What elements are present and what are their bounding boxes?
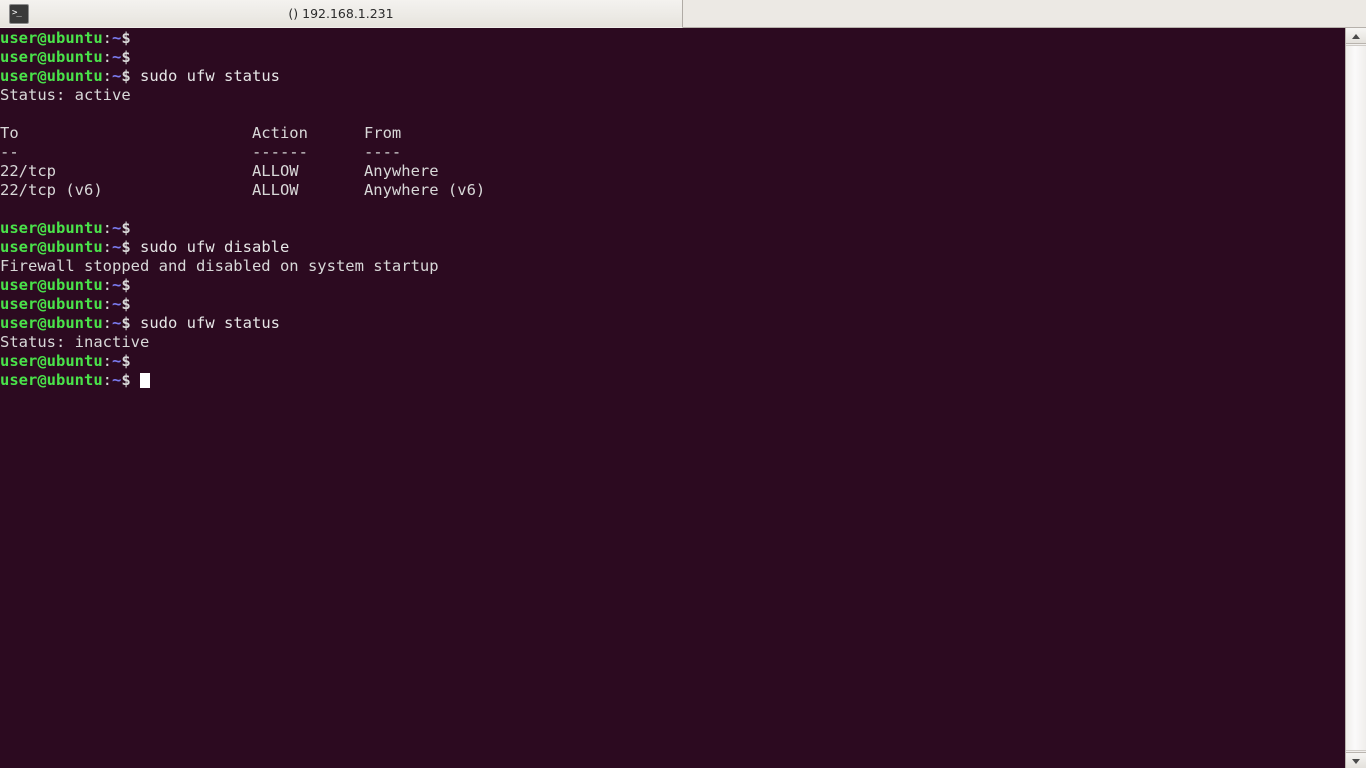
prompt-symbol: $	[121, 352, 131, 370]
prompt-separator: :	[102, 314, 112, 332]
terminal-output-line: Status: active	[0, 86, 485, 105]
prompt-symbol: $	[121, 238, 131, 256]
prompt-path: ~	[112, 67, 122, 85]
terminal-command: sudo ufw disable	[130, 238, 290, 256]
terminal-prompt-line: user@ubuntu:~$ sudo ufw status	[0, 67, 485, 86]
chevron-down-icon	[1352, 758, 1360, 764]
terminal-output-text: Firewall stopped and disabled on system …	[0, 257, 439, 275]
terminal-prompt-line: user@ubuntu:~$ sudo ufw disable	[0, 238, 485, 257]
prompt-separator: :	[102, 295, 112, 313]
prompt-path: ~	[112, 371, 122, 389]
title-bar: () 192.168.1.231	[0, 0, 1366, 28]
terminal-prompt-line: user@ubuntu:~$	[0, 295, 485, 314]
prompt-userhost: user@ubuntu	[0, 371, 103, 389]
prompt-symbol: $	[121, 314, 131, 332]
terminal-output-line: -- ------ ----	[0, 143, 485, 162]
prompt-separator: :	[102, 238, 112, 256]
prompt-userhost: user@ubuntu	[0, 48, 103, 66]
prompt-symbol: $	[121, 295, 131, 313]
terminal-icon	[9, 3, 29, 24]
scrollbar-down-button[interactable]	[1346, 752, 1366, 768]
terminal-scrollbar[interactable]	[1345, 28, 1366, 768]
prompt-path: ~	[112, 219, 122, 237]
terminal-output-text: 22/tcp (v6) ALLOW Anywhere (v6)	[0, 181, 486, 199]
prompt-path: ~	[112, 29, 122, 47]
scrollbar-up-button[interactable]	[1346, 28, 1366, 44]
terminal-prompt-line: user@ubuntu:~$	[0, 48, 485, 67]
terminal-output-text: Status: active	[0, 86, 131, 104]
terminal-output-text: To Action From	[0, 124, 402, 142]
terminal-output-text: 22/tcp ALLOW Anywhere	[0, 162, 439, 180]
prompt-path: ~	[112, 352, 122, 370]
prompt-path: ~	[112, 276, 122, 294]
prompt-separator: :	[102, 48, 112, 66]
prompt-userhost: user@ubuntu	[0, 219, 103, 237]
terminal-output-text: Status: inactive	[0, 333, 150, 351]
prompt-userhost: user@ubuntu	[0, 238, 103, 256]
terminal-window: () 192.168.1.231 user@ubuntu:~$user@ubun…	[0, 0, 1366, 768]
prompt-symbol: $	[121, 29, 131, 47]
terminal-prompt-line: user@ubuntu:~$	[0, 219, 485, 238]
prompt-symbol: $	[121, 48, 131, 66]
prompt-userhost: user@ubuntu	[0, 352, 103, 370]
terminal-output: user@ubuntu:~$ user@ubuntu:~$ user@ubuntu:…	[0, 29, 485, 390]
terminal-output-line: To Action From	[0, 124, 485, 143]
terminal-output-line: Status: inactive	[0, 333, 485, 352]
terminal-prompt-line: user@ubuntu:~$	[0, 371, 485, 390]
prompt-separator: :	[102, 29, 112, 47]
terminal-output-line: 22/tcp (v6) ALLOW Anywhere (v6)	[0, 181, 485, 200]
prompt-userhost: user@ubuntu	[0, 276, 103, 294]
terminal-prompt-line: user@ubuntu:~$ sudo ufw status	[0, 314, 485, 333]
terminal-prompt-line: user@ubuntu:~$	[0, 352, 485, 371]
prompt-userhost: user@ubuntu	[0, 295, 103, 313]
chevron-up-icon	[1352, 33, 1360, 39]
prompt-path: ~	[112, 314, 122, 332]
prompt-separator: :	[102, 276, 112, 294]
prompt-separator: :	[102, 371, 112, 389]
terminal-output-text: -- ------ ----	[0, 143, 402, 161]
terminal-tab[interactable]: () 192.168.1.231	[0, 0, 683, 28]
scrollbar-trough[interactable]	[1346, 45, 1366, 751]
prompt-separator: :	[102, 352, 112, 370]
prompt-path: ~	[112, 48, 122, 66]
prompt-symbol: $	[121, 276, 131, 294]
terminal-screen[interactable]: user@ubuntu:~$ user@ubuntu:~$ user@ubuntu:…	[0, 28, 1345, 768]
scrollbar-thumb[interactable]	[1346, 45, 1366, 751]
prompt-separator: :	[102, 67, 112, 85]
prompt-userhost: user@ubuntu	[0, 29, 103, 47]
terminal-prompt-line: user@ubuntu:~$	[0, 276, 485, 295]
terminal-output-line: Firewall stopped and disabled on system …	[0, 257, 485, 276]
terminal-output-line: 22/tcp ALLOW Anywhere	[0, 162, 485, 181]
prompt-path: ~	[112, 238, 122, 256]
prompt-userhost: user@ubuntu	[0, 67, 103, 85]
prompt-symbol: $	[121, 371, 131, 389]
window-title: () 192.168.1.231	[288, 6, 394, 21]
terminal-command: sudo ufw status	[130, 67, 280, 85]
prompt-path: ~	[112, 295, 122, 313]
prompt-symbol: $	[121, 219, 131, 237]
terminal-cursor	[140, 373, 151, 388]
terminal-command: sudo ufw status	[130, 314, 280, 332]
terminal-prompt-line: user@ubuntu:~$	[0, 29, 485, 48]
prompt-separator: :	[102, 219, 112, 237]
prompt-userhost: user@ubuntu	[0, 314, 103, 332]
prompt-symbol: $	[121, 67, 131, 85]
